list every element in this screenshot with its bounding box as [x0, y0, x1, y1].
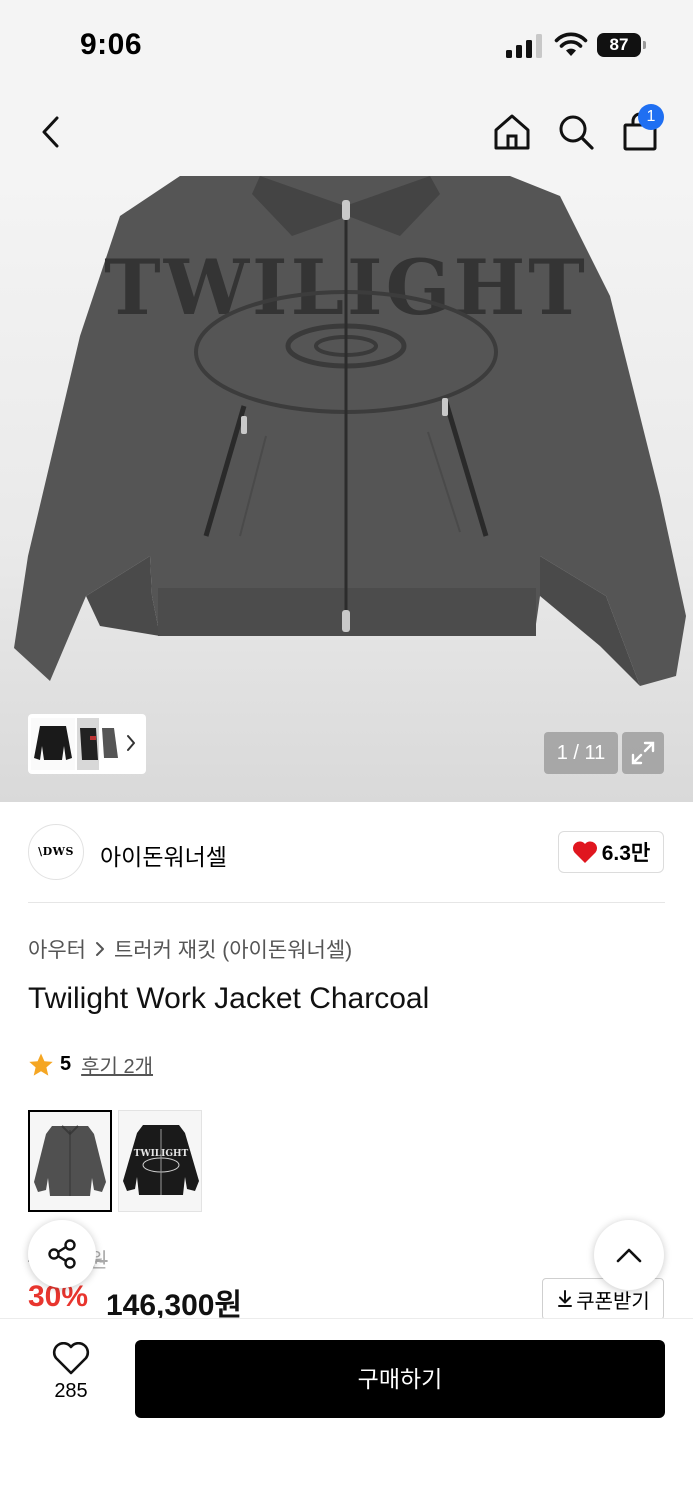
- jacket-illustration: TWILIGHT: [14, 176, 686, 686]
- home-icon: [494, 114, 530, 150]
- charcoal-jacket-thumbnail: [34, 1125, 106, 1196]
- heart-filled-icon: [572, 841, 597, 863]
- chevron-right-icon: [95, 942, 104, 956]
- wifi-icon: [554, 32, 588, 56]
- chevron-up-icon: [616, 1248, 642, 1263]
- thumbnail-preview: [31, 718, 135, 770]
- chevron-left-icon: [42, 116, 59, 148]
- home-button[interactable]: [488, 108, 536, 156]
- share-icon: [48, 1239, 76, 1269]
- brand-like-button[interactable]: 6.3만: [558, 831, 664, 873]
- status-time: 9:06: [80, 28, 143, 61]
- image-counter: 1 / 11: [544, 732, 618, 774]
- back-button[interactable]: [26, 108, 74, 156]
- review-link[interactable]: 후기 2개: [81, 1050, 153, 1079]
- rating-row: 5 후기 2개: [28, 1050, 153, 1079]
- brand-name[interactable]: 아이돈워너셀: [100, 838, 227, 872]
- expand-icon: [631, 741, 655, 765]
- brand-logo[interactable]: \DWS: [28, 824, 84, 880]
- battery-level: 87: [597, 33, 641, 57]
- cellular-signal-icon: [506, 34, 542, 58]
- buy-button[interactable]: 구매하기: [135, 1340, 665, 1418]
- search-button[interactable]: [552, 108, 600, 156]
- download-icon: [558, 1290, 573, 1307]
- battery-icon: 87: [597, 33, 647, 57]
- color-swatch-charcoal[interactable]: [28, 1110, 112, 1212]
- battery-nub: [643, 41, 646, 49]
- top-navigation: [0, 90, 693, 176]
- expand-button[interactable]: [622, 732, 664, 774]
- cart-count-badge: 1: [638, 104, 664, 130]
- divider: [28, 902, 665, 903]
- breadcrumb-subcategory[interactable]: 트러커 재킷 (아이돈워너셀): [114, 934, 352, 964]
- star-icon: [29, 1053, 53, 1076]
- scroll-to-top-button[interactable]: [594, 1220, 664, 1290]
- wishlist-count: 285: [54, 1380, 88, 1402]
- breadcrumb-category[interactable]: 아우터: [28, 934, 86, 964]
- status-bar: 9:06 87: [0, 0, 693, 90]
- black-jacket-thumbnail: TWILIGHT: [123, 1125, 199, 1195]
- product-image[interactable]: TWILIGHT: [0, 176, 693, 802]
- brand-like-count: 6.3만: [601, 842, 651, 865]
- heart-outline-icon: [52, 1342, 90, 1375]
- wishlist-button[interactable]: 285: [36, 1342, 106, 1412]
- breadcrumb: 아우터 트러커 재킷 (아이돈워너셀): [28, 934, 352, 964]
- share-button[interactable]: [28, 1220, 96, 1288]
- coupon-label: 쿠폰받기: [576, 1290, 650, 1313]
- color-swatch-black[interactable]: TWILIGHT: [118, 1110, 202, 1212]
- product-title: Twilight Work Jacket Charcoal: [28, 982, 430, 1015]
- search-icon: [559, 115, 594, 150]
- chevron-right-icon: [127, 735, 135, 751]
- gallery-thumbnail-strip[interactable]: [28, 714, 146, 774]
- rating-score: 5: [60, 1053, 72, 1075]
